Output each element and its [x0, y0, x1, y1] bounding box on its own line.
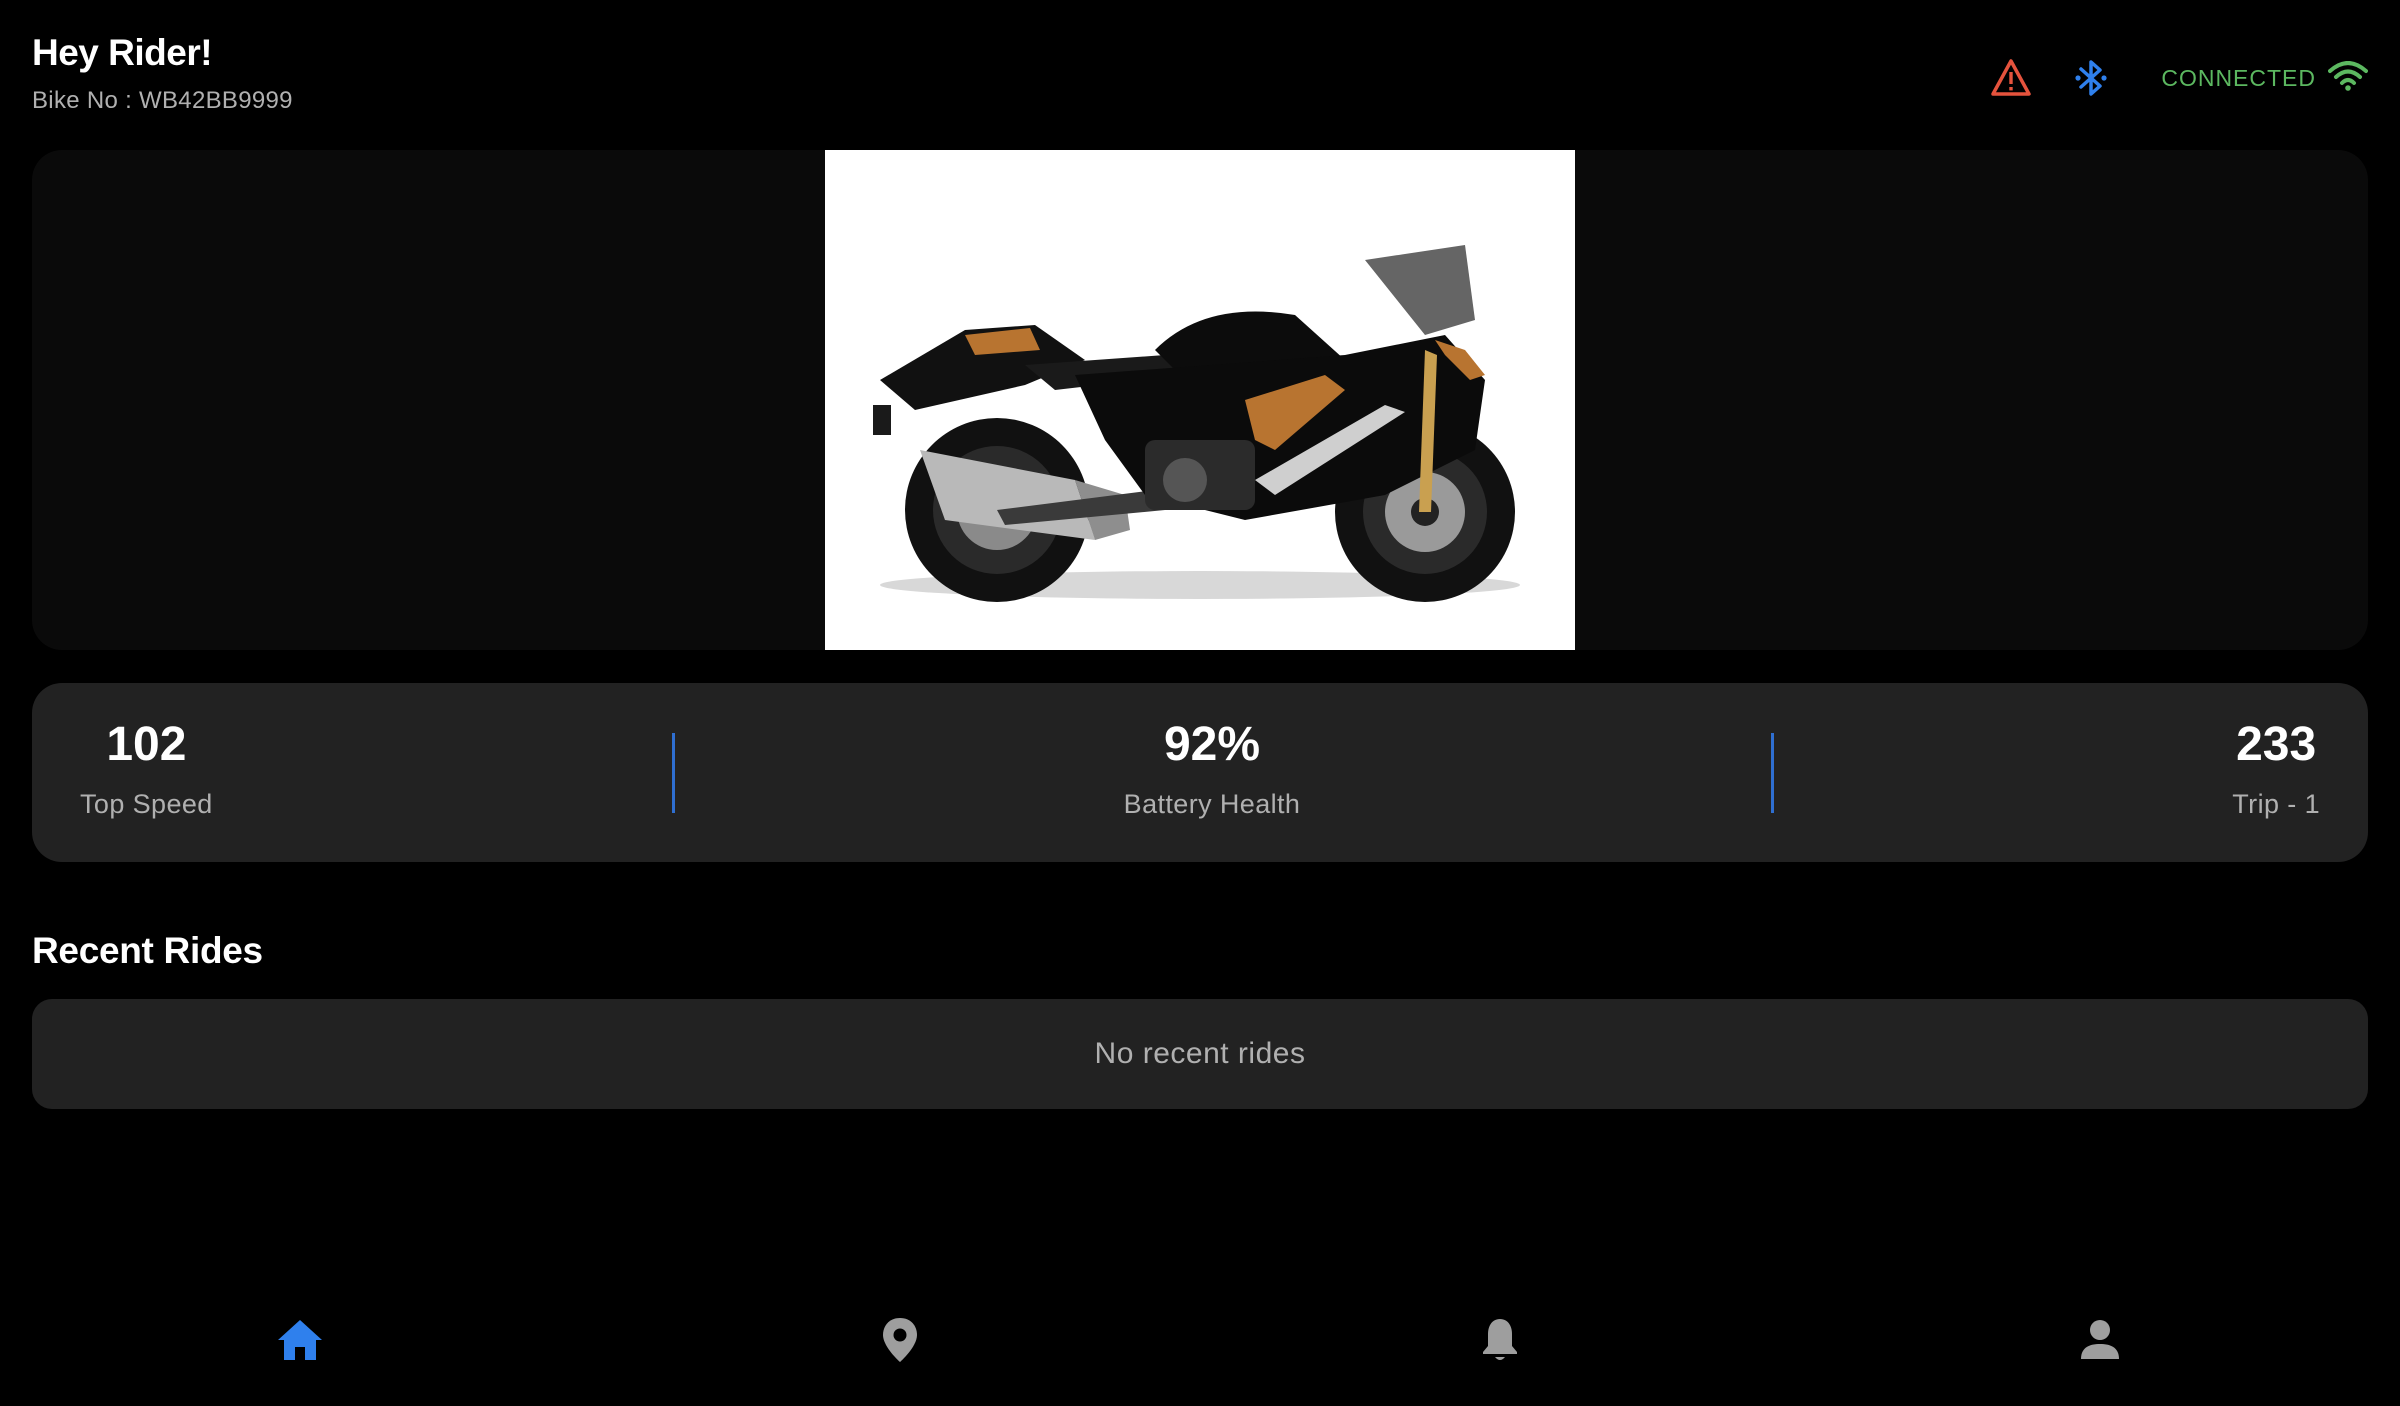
- empty-state-text: No recent rides: [1094, 1037, 1306, 1070]
- home-icon: [278, 1320, 322, 1360]
- stat-value: 102: [106, 718, 187, 771]
- stat-trip: 233 Trip - 1: [2232, 721, 2320, 820]
- bike-number: Bike No : WB42BB9999: [32, 87, 293, 114]
- stat-divider: [1771, 733, 1774, 813]
- header: Hey Rider! Bike No : WB42BB9999 CONNECTE…: [32, 32, 2368, 122]
- person-icon: [2081, 1320, 2119, 1359]
- bottom-navigation: [0, 1256, 2400, 1406]
- header-status-area: CONNECTED: [1957, 52, 2368, 104]
- connection-status-label: CONNECTED: [2161, 64, 2316, 91]
- stat-value: 233: [2236, 718, 2317, 771]
- bell-icon: [1483, 1319, 1517, 1360]
- stat-battery-health: 92% Battery Health: [1032, 721, 1392, 820]
- nav-location[interactable]: [600, 1256, 1200, 1406]
- stat-label: Top Speed: [80, 789, 213, 819]
- recent-rides-title: Recent Rides: [32, 930, 263, 971]
- app-root: Hey Rider! Bike No : WB42BB9999 CONNECTE…: [0, 0, 2400, 1406]
- stat-value: 92%: [1163, 718, 1261, 771]
- bluetooth-icon[interactable]: [2065, 52, 2117, 104]
- warning-icon[interactable]: [1985, 52, 2037, 104]
- location-pin-icon: [883, 1318, 917, 1362]
- greeting-title: Hey Rider!: [32, 32, 213, 73]
- stat-label: Trip - 1: [2232, 789, 2320, 819]
- stat-divider: [672, 733, 675, 813]
- stat-top-speed: 102 Top Speed: [80, 721, 213, 820]
- stat-label: Battery Health: [1123, 789, 1301, 819]
- recent-rides-empty-card: No recent rides: [32, 999, 2368, 1109]
- nav-home[interactable]: [0, 1256, 600, 1406]
- bike-hero-card: [32, 150, 2368, 650]
- connection-status: CONNECTED: [2161, 60, 2368, 96]
- wifi-icon: [2328, 60, 2368, 96]
- motorcycle-photo: [825, 150, 1575, 650]
- nav-profile[interactable]: [1800, 1256, 2400, 1406]
- stats-card: 102 Top Speed 92% Battery Health 233 Tri…: [32, 683, 2368, 862]
- nav-notifications[interactable]: [1200, 1256, 1800, 1406]
